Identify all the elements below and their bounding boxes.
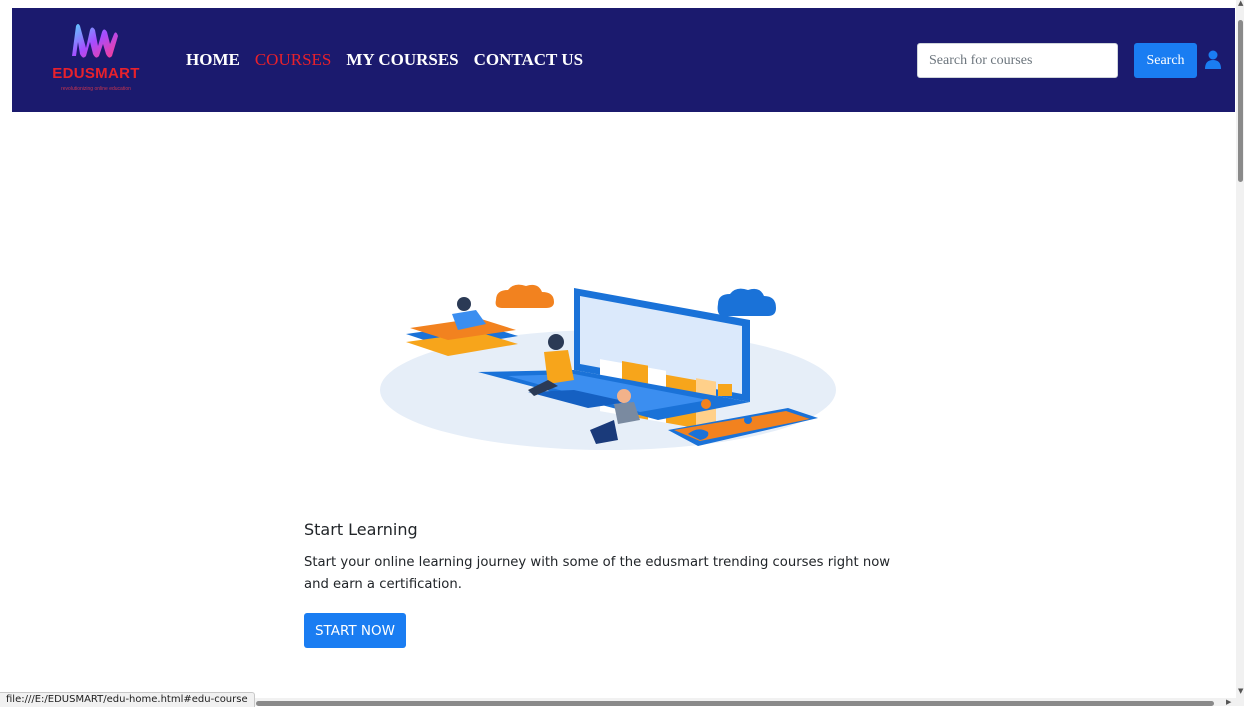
hero-heading: Start Learning: [304, 520, 418, 539]
online-learning-illustration: [380, 284, 836, 450]
hero-description: Start your online learning journey with …: [304, 555, 891, 592]
search-button[interactable]: Search: [1134, 43, 1197, 78]
brand-logo[interactable]: EDUSMART revolutionizing online educatio…: [40, 22, 152, 102]
user-icon[interactable]: [1205, 50, 1221, 70]
hero-content: Start Learning Start your online learnin…: [304, 520, 924, 596]
nav-links: HOME COURSES MY COURSES CONTACT US: [186, 50, 583, 70]
nav-my-courses-link[interactable]: MY COURSES: [346, 50, 458, 70]
nav-courses-link[interactable]: COURSES: [255, 50, 332, 70]
search-input[interactable]: [917, 43, 1118, 78]
navbar: EDUSMART revolutionizing online educatio…: [12, 8, 1235, 112]
start-now-button[interactable]: START NOW: [304, 613, 406, 648]
scroll-right-arrow-icon[interactable]: ▶: [1226, 699, 1231, 706]
scroll-up-arrow-icon[interactable]: ▲: [1238, 0, 1243, 7]
brand-tagline: revolutionizing online education: [61, 86, 131, 92]
vertical-scrollbar-thumb[interactable]: [1238, 20, 1243, 182]
nav-contact-us-link[interactable]: CONTACT US: [474, 50, 583, 70]
horizontal-scrollbar-thumb[interactable]: [256, 701, 1214, 706]
scroll-down-arrow-icon[interactable]: ▼: [1238, 688, 1243, 695]
status-bar-url: file:///E:/EDUSMART/edu-home.html#edu-co…: [0, 692, 255, 707]
logo-mark-icon: [72, 24, 118, 58]
nav-home-link[interactable]: HOME: [186, 50, 240, 70]
brand-name: EDUSMART: [52, 65, 140, 82]
